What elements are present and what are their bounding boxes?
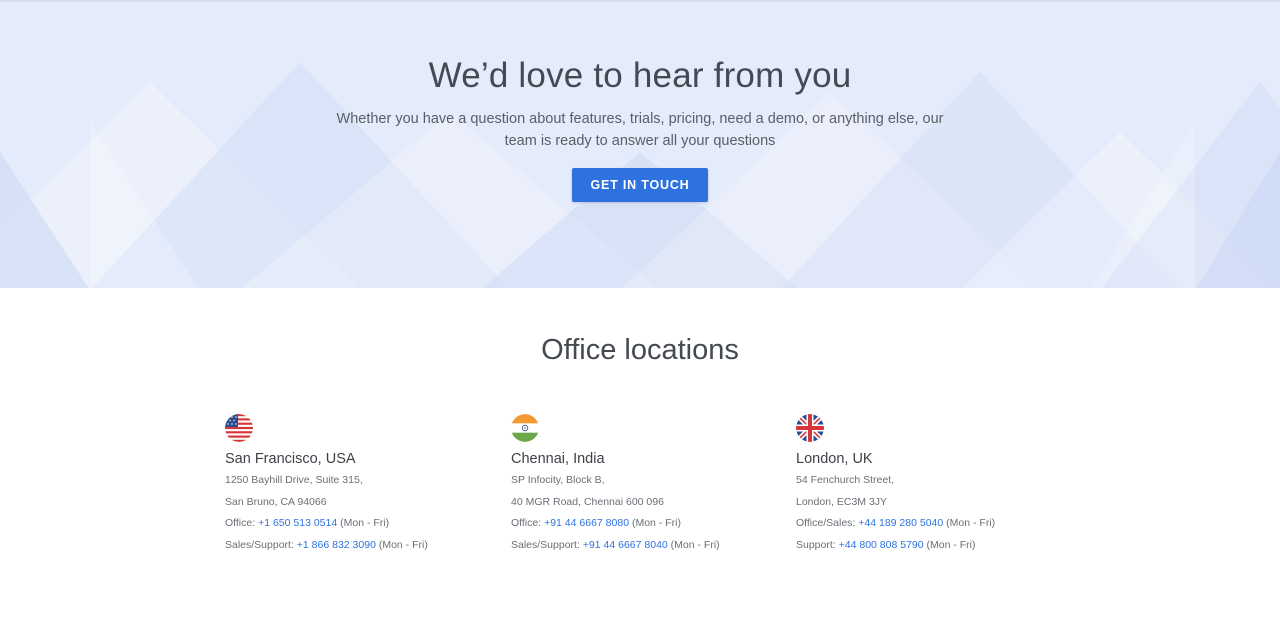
office-address-line1: 1250 Bayhill Drive, Suite 315, — [225, 474, 363, 486]
hero-title: We’d love to hear from you — [428, 56, 852, 95]
phone-label: Sales/Support: — [225, 538, 297, 551]
phone-hours: (Mon - Fri) — [337, 517, 390, 529]
office-sales-phone-line: Office/Sales: +44 189 280 5040 (Mon - Fr… — [796, 513, 1056, 535]
office-address-line2: 40 MGR Road, Chennai 600 096 — [511, 495, 664, 508]
sales-support-phone-line: Sales/Support: +1 866 832 3090 (Mon - Fr… — [225, 535, 485, 557]
office-phone-link[interactable]: +1 650 513 0514 — [258, 517, 337, 529]
get-in-touch-button[interactable]: GET IN TOUCH — [572, 168, 708, 202]
phone-label: Office/Sales: — [796, 517, 859, 529]
usa-flag-icon — [225, 414, 253, 442]
office-city: London, UK — [796, 451, 873, 467]
office-card-san-francisco: San Francisco, USA 1250 Bayhill Drive, S… — [225, 414, 485, 556]
phone-hours: (Mon - Fri) — [923, 538, 976, 551]
office-sales-phone-link[interactable]: +44 189 280 5040 — [858, 517, 943, 529]
sales-support-phone-link[interactable]: +91 44 6667 8040 — [583, 539, 668, 551]
phone-hours: (Mon - Fri) — [667, 538, 720, 551]
support-phone-line: Support: +44 800 808 5790 (Mon - Fri) — [796, 535, 1056, 557]
office-phone-link[interactable]: +91 44 6667 8080 — [544, 517, 629, 529]
support-phone-link[interactable]: +44 800 808 5790 — [839, 539, 924, 551]
sales-support-phone-line: Sales/Support: +91 44 6667 8040 (Mon - F… — [511, 535, 771, 557]
phone-hours: (Mon - Fri) — [375, 538, 428, 551]
office-city: Chennai, India — [511, 451, 605, 467]
office-address-line2: London, EC3M 3JY — [796, 495, 888, 508]
hero-banner: We’d love to hear from you Whether you h… — [0, 0, 1280, 288]
uk-flag-icon — [796, 414, 824, 442]
office-address-line2: San Bruno, CA 94066 — [225, 495, 327, 508]
sales-support-phone-link[interactable]: +1 866 832 3090 — [297, 539, 376, 551]
phone-label: Support: — [796, 538, 839, 551]
office-city: San Francisco, USA — [225, 451, 356, 467]
office-card-london: London, UK 54 Fenchurch Street, London, … — [796, 414, 1056, 556]
office-phone-line: Office: +1 650 513 0514 (Mon - Fri) — [225, 513, 485, 535]
phone-hours: (Mon - Fri) — [629, 517, 681, 529]
phone-label: Office: — [511, 517, 545, 529]
phone-label: Sales/Support: — [511, 538, 583, 551]
office-phone-line: Office: +91 44 6667 8080 (Mon - Fri) — [511, 513, 771, 535]
office-locations-title: Office locations — [541, 334, 739, 366]
office-address-line1: 54 Fenchurch Street, — [796, 474, 895, 486]
phone-label: Office: — [225, 517, 259, 529]
office-address-line1: SP Infocity, Block B, — [511, 474, 605, 486]
phone-hours: (Mon - Fri) — [943, 517, 996, 529]
india-flag-icon — [511, 414, 539, 442]
office-list: San Francisco, USA 1250 Bayhill Drive, S… — [0, 414, 1280, 564]
office-card-chennai: Chennai, India SP Infocity, Block B, 40 … — [511, 414, 771, 556]
hero-subtitle: Whether you have a question about featur… — [336, 111, 944, 149]
